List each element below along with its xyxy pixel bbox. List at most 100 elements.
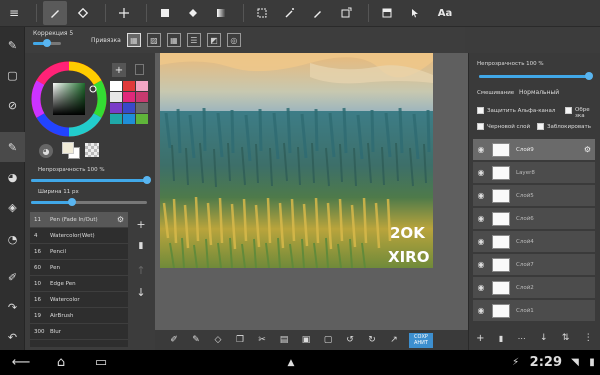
delete-brush-icon[interactable]: ▮ — [131, 238, 151, 254]
brush-item[interactable]: 16 Watercolor — [30, 292, 128, 308]
snap-radial-icon[interactable]: ◎ — [226, 33, 241, 47]
expand-icon[interactable]: ▲ — [276, 358, 306, 368]
layer-opacity-slider[interactable] — [479, 72, 593, 80]
checkbox-icon[interactable] — [477, 123, 484, 130]
visibility-eye-icon[interactable]: ◉ — [473, 168, 489, 177]
brush-item[interactable]: 60 Pen — [30, 260, 128, 276]
protect-alpha-checkbox[interactable]: Защитить Альфа-канал — [477, 107, 555, 114]
palette-button-icon[interactable]: ◕ — [39, 144, 53, 158]
deselect-icon[interactable]: ▢ — [317, 331, 339, 349]
selection-pen-icon[interactable] — [306, 1, 330, 25]
pen-icon[interactable]: ✎ — [185, 331, 207, 349]
copy-icon[interactable]: ❐ — [229, 331, 251, 349]
brush-settings-icon[interactable]: ⚙ — [117, 215, 124, 224]
layer-item[interactable]: ◉ Layer8 — [473, 162, 595, 184]
brush-opacity-knob[interactable] — [143, 176, 151, 184]
layer-item[interactable]: ◉ Слой6 — [473, 208, 595, 230]
visibility-eye-icon[interactable]: ◉ — [473, 237, 489, 246]
snap-perspective-icon[interactable]: ◩ — [206, 33, 221, 47]
redo-icon[interactable]: ↷ — [0, 292, 25, 322]
layer-item[interactable]: ◉ Слой9 ⚙ — [473, 139, 595, 161]
brush-tool-icon[interactable] — [43, 1, 67, 25]
select-all-icon[interactable]: ▣ — [295, 331, 317, 349]
layer-item[interactable]: ◉ Слой4 — [473, 231, 595, 253]
checkbox-icon[interactable] — [565, 107, 572, 114]
more-options-icon[interactable]: ⋮ — [584, 333, 593, 343]
blend-mode-select[interactable]: Нормальный — [519, 89, 559, 96]
selection-square-icon[interactable]: ▢ — [0, 60, 25, 90]
snap-parallel-icon[interactable]: ▨ — [146, 33, 161, 47]
main-color-swatch[interactable] — [62, 142, 74, 154]
brush-opacity-slider[interactable] — [31, 176, 151, 184]
brush-width-knob[interactable] — [67, 198, 76, 206]
color-swatch[interactable] — [123, 81, 135, 91]
brush-item[interactable]: 10 Edge Pen — [30, 276, 128, 292]
home-icon[interactable]: ⌂ — [46, 355, 76, 370]
lock-layer-checkbox[interactable]: Заблокировать — [537, 123, 591, 130]
brush-panel-icon[interactable]: ✎ — [0, 132, 25, 162]
menu-icon[interactable]: ≡ — [2, 1, 26, 25]
checkbox-icon[interactable] — [537, 123, 544, 130]
rotate-left-icon[interactable]: ↺ — [339, 331, 361, 349]
clipping-checkbox[interactable]: Обре зка — [565, 107, 590, 119]
move-tool-icon[interactable] — [112, 1, 136, 25]
layer-item[interactable]: ◉ Слой1 — [473, 300, 595, 322]
layer-menu-icon[interactable]: ⋯ — [518, 334, 526, 343]
snap-lines-icon[interactable]: ☰ — [186, 33, 201, 47]
brush-item[interactable]: 4 Watercolor(Wet) — [30, 228, 128, 244]
add-color-button[interactable]: + — [112, 63, 126, 77]
compass-icon[interactable]: ◔ — [0, 224, 25, 254]
rotate-right-icon[interactable]: ↻ — [361, 331, 383, 349]
color-swatch[interactable] — [110, 114, 122, 124]
brush-item[interactable]: 16 Pencil — [30, 244, 128, 260]
save-button[interactable]: СОХР АНИТ — [409, 332, 433, 348]
color-swatch[interactable] — [136, 114, 148, 124]
visibility-eye-icon[interactable]: ◉ — [473, 191, 489, 200]
checkbox-icon[interactable] — [477, 107, 484, 114]
main-sub-color[interactable] — [61, 141, 81, 159]
drawing-canvas[interactable]: 2OK XIRO — [160, 53, 433, 268]
layer-opacity-knob[interactable] — [585, 72, 593, 80]
eraser-icon[interactable]: ◇ — [207, 331, 229, 349]
color-swatch[interactable] — [123, 114, 135, 124]
eyedropper-icon[interactable]: ✐ — [163, 331, 185, 349]
color-swatch[interactable] — [136, 92, 148, 102]
color-swatch[interactable] — [110, 81, 122, 91]
layer-item[interactable]: ◉ Слой7 — [473, 254, 595, 276]
visibility-eye-icon[interactable]: ◉ — [473, 214, 489, 223]
brush-item[interactable]: 19 AirBrush — [30, 308, 128, 324]
color-swatch[interactable] — [136, 103, 148, 113]
trash-icon[interactable] — [135, 64, 144, 75]
gradient-tool-icon[interactable] — [209, 1, 233, 25]
undo-icon[interactable]: ↶ — [0, 322, 25, 352]
fill-rect-tool-icon[interactable] — [153, 1, 177, 25]
select-tool-icon[interactable] — [250, 1, 274, 25]
layers-icon[interactable]: ◈ — [0, 192, 25, 222]
visibility-eye-icon[interactable]: ◉ — [473, 145, 489, 154]
layer-item[interactable]: ◉ Слой2 — [473, 277, 595, 299]
color-swatch[interactable] — [110, 92, 122, 102]
brush-width-slider[interactable] — [31, 198, 147, 206]
color-wheel[interactable] — [31, 61, 107, 137]
snap-grid-icon[interactable]: ▦ — [166, 33, 181, 47]
visibility-eye-icon[interactable]: ◉ — [473, 283, 489, 292]
delete-layer-icon[interactable]: ▮ — [499, 334, 503, 343]
merge-down-icon[interactable]: ↓ — [540, 333, 548, 343]
pointer-tool-icon[interactable] — [403, 1, 427, 25]
sort-layer-icon[interactable]: ⇅ — [562, 333, 570, 343]
layer-item[interactable]: ◉ Слой5 — [473, 185, 595, 207]
layer-settings-icon[interactable]: ⚙ — [584, 145, 591, 154]
draft-layer-checkbox[interactable]: Черновой слой — [477, 123, 530, 130]
export-icon[interactable]: ↗ — [383, 331, 405, 349]
bucket-tool-icon[interactable] — [181, 1, 205, 25]
transform-tool-icon[interactable] — [334, 1, 358, 25]
color-swatch[interactable] — [110, 103, 122, 113]
correction-slider[interactable] — [33, 39, 61, 47]
add-brush-button[interactable]: + — [131, 216, 151, 232]
brush-item[interactable]: 11 Pen (Fade In/Out) ⚙ — [30, 212, 128, 228]
add-layer-icon[interactable]: + — [476, 333, 484, 344]
no-entry-icon[interactable]: ⊘ — [0, 90, 25, 120]
cut-icon[interactable]: ✂ — [251, 331, 273, 349]
recent-apps-icon[interactable]: ▭ — [86, 355, 116, 370]
color-swatch[interactable] — [123, 103, 135, 113]
